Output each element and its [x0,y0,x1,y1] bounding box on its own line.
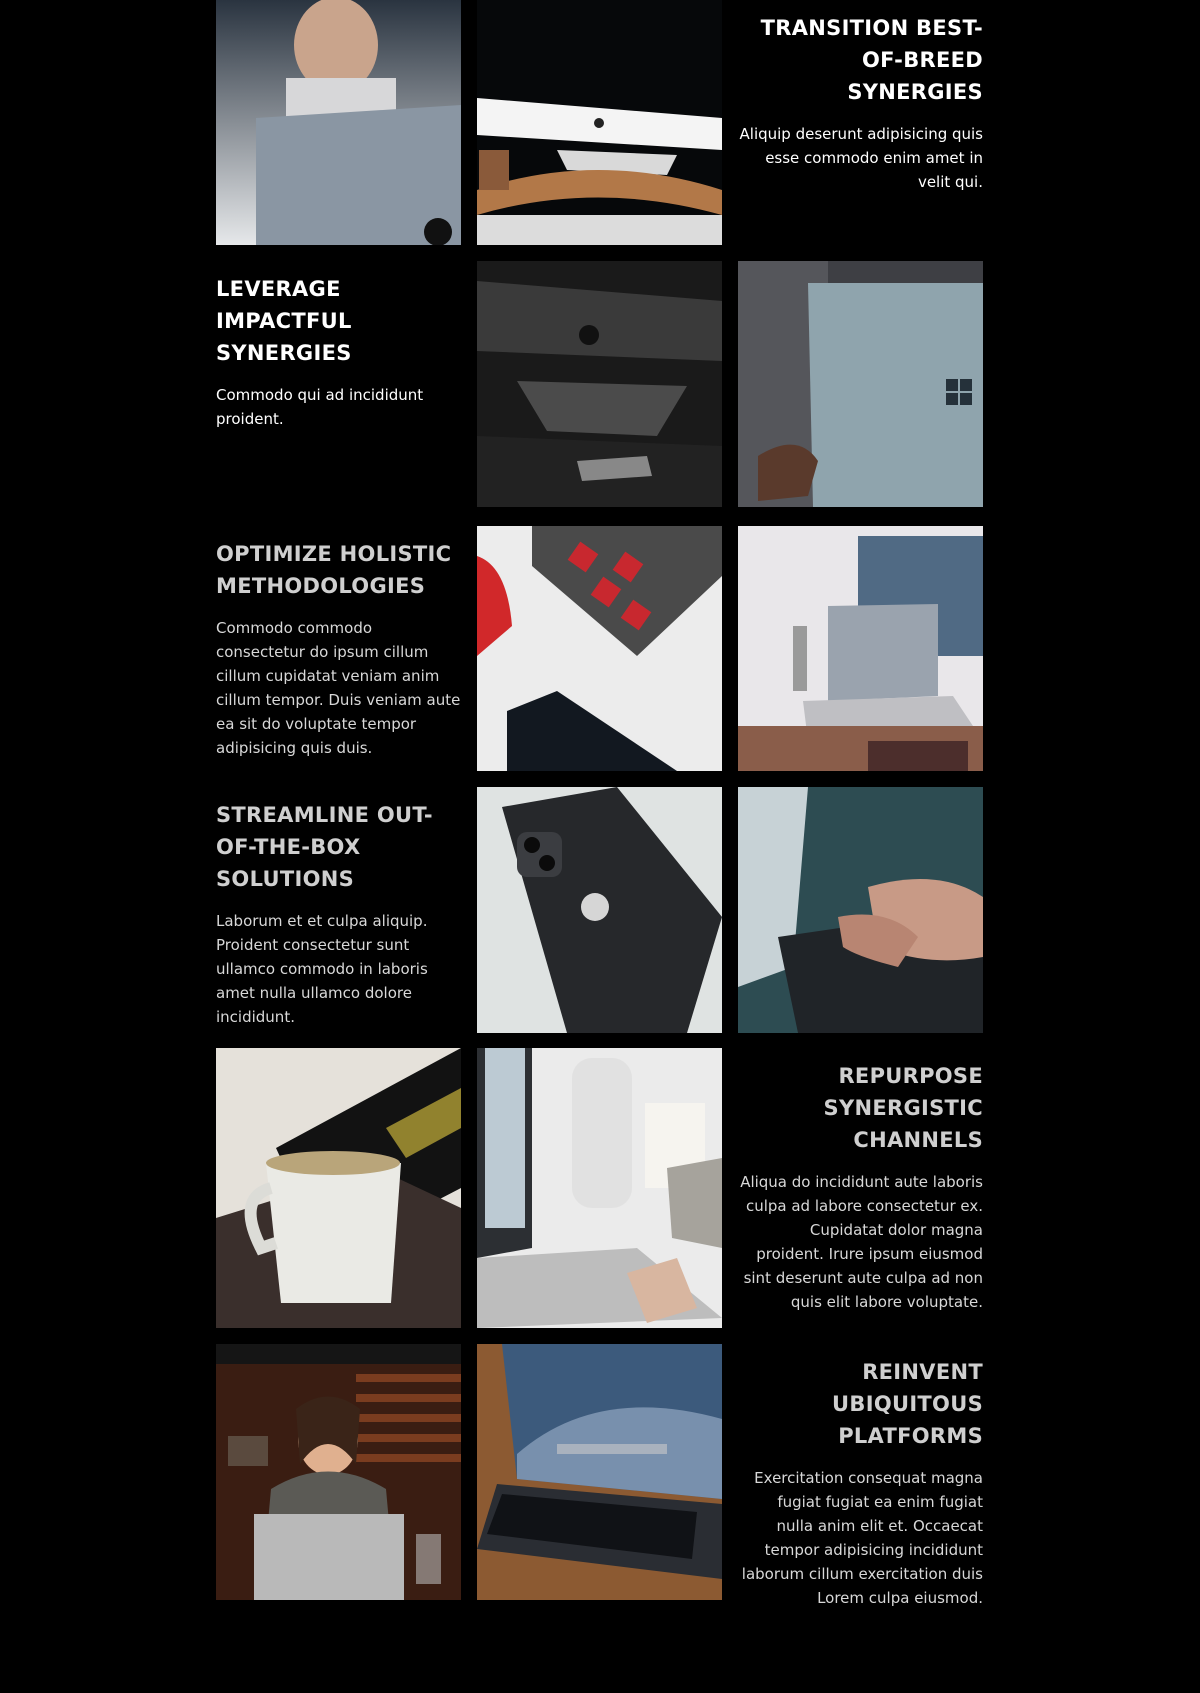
feature-heading: Reinvent ubiquitous platforms [832,1360,983,1448]
feature-heading: Repurpose synergistic channels [823,1064,983,1152]
photo-dark-imac [477,261,722,507]
photo-imac-stand [477,0,722,245]
photo-smiling-man [216,1344,461,1600]
photo-laptop-workspace [738,526,983,771]
feature-heading: Leverage impactful synergies [216,277,352,365]
keyboard-and-phone-image [477,526,722,771]
macbook-wallpaper-image [477,1344,722,1600]
feature-block-3: Optimize holistic methodologies Commodo … [216,526,461,760]
dark-imac-and-iphone-image [477,261,722,507]
feature-text: Aliqua do incididunt aute laboris culpa … [740,1173,983,1311]
feature-heading: Transition best-of-breed synergies [760,16,983,104]
smiling-man-laptop-image [216,1344,461,1600]
typing-hands-image [738,787,983,1033]
photo-typing-hands [738,787,983,1033]
laptop-workspace-image [738,526,983,771]
feature-block-2: Leverage impactful synergies Commodo qui… [216,261,461,431]
laptop-glasses-desk-image [477,1048,722,1328]
photo-man-with-laptop [216,0,461,245]
feature-text: Commodo commodo consectetur do ipsum cil… [216,619,461,757]
coffee-mug-keyboard-image [216,1048,461,1328]
photo-laptop-glasses [477,1048,722,1328]
feature-block-5: Repurpose synergistic channels Aliqua do… [738,1048,983,1314]
imac-on-wooden-stand-image [477,0,722,245]
iphone-on-desk-image [477,787,722,1033]
surface-laptop-image [738,261,983,507]
feature-heading: Optimize holistic methodologies [216,542,452,598]
feature-text: Aliquip deserunt adipisicing quis esse c… [739,125,983,191]
feature-block-6: Reinvent ubiquitous platforms Exercitati… [738,1344,983,1610]
photo-keyboard-phone [477,526,722,771]
feature-text: Exercitation consequat magna fugiat fugi… [741,1469,983,1607]
feature-text: Commodo qui ad incididunt proident. [216,386,424,428]
photo-iphone-desk [477,787,722,1033]
feature-text: Laborum et et culpa aliquip. Proident co… [216,912,428,1026]
photo-surface-laptop [738,261,983,507]
feature-block-4: Streamline out-of-the-box solutions Labo… [216,787,461,1029]
feature-block-1: Transition best-of-breed synergies Aliqu… [738,0,983,194]
man-with-laptop-image [216,0,461,245]
photo-macbook-wallpaper [477,1344,722,1600]
photo-coffee-mug [216,1048,461,1328]
feature-heading: Streamline out-of-the-box solutions [216,803,433,891]
